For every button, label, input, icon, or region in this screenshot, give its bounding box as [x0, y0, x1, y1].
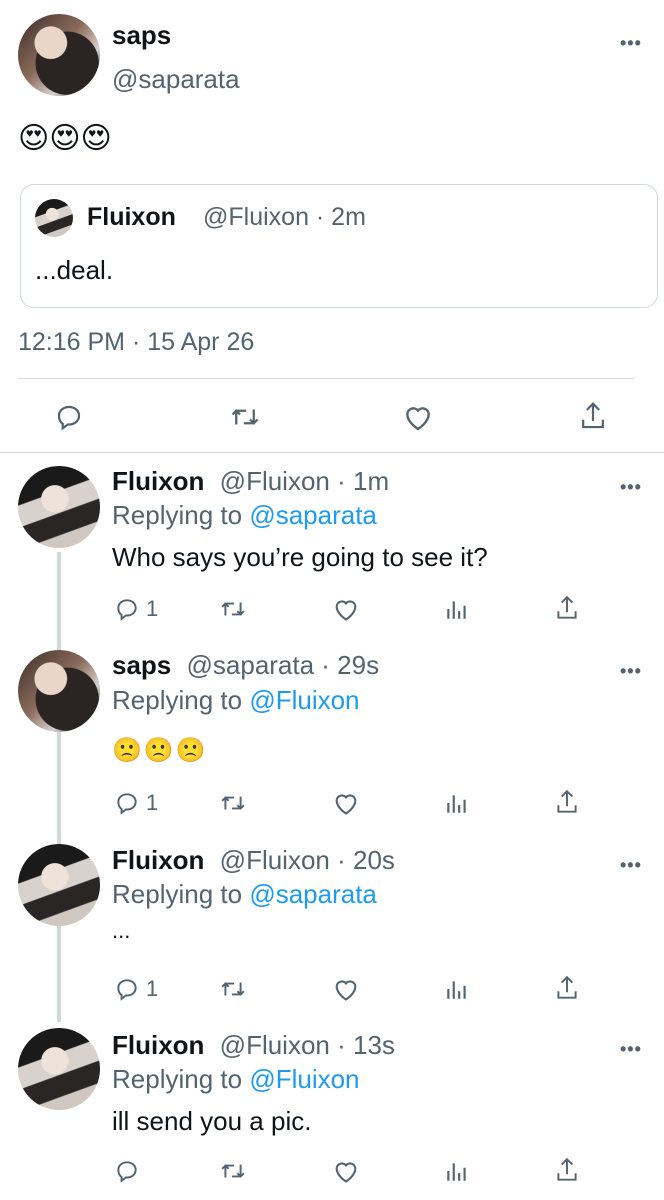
share-icon[interactable] [554, 788, 580, 816]
avatar-fluixon[interactable] [18, 844, 100, 926]
quoted-author-name: Fluixon [87, 203, 176, 231]
reply-count: 1 [146, 596, 159, 621]
reply-author-name[interactable]: Fluixon [112, 1030, 204, 1060]
replying-to: Replying to @Fluixon [112, 685, 360, 716]
reply-meta: @Fluixon · 20s [219, 845, 395, 875]
more-icon[interactable]: ••• [620, 1040, 642, 1058]
replying-to-link[interactable]: @saparata [249, 500, 377, 530]
retweet-icon[interactable] [218, 1158, 248, 1184]
reply-text: Who says you’re going to see it? [112, 542, 488, 572]
share-icon[interactable] [554, 594, 580, 622]
replying-to: Replying to @saparata [112, 500, 377, 531]
replying-prefix: Replying to [112, 879, 250, 909]
reply-meta: @Fluixon · 1m [219, 466, 390, 496]
reply-button[interactable]: 1 [114, 976, 158, 1002]
like-icon[interactable] [402, 402, 434, 432]
avatar-fluixon[interactable] [18, 466, 100, 548]
reply-icon [117, 979, 137, 1001]
replying-prefix: Replying to [112, 500, 250, 530]
reply-button[interactable]: 1 [114, 596, 158, 622]
reply-icon [117, 793, 137, 815]
reply-header: saps @saparata · 29s [112, 650, 379, 681]
replying-to-link[interactable]: @saparata [249, 879, 377, 909]
reply-icon[interactable] [54, 402, 84, 432]
like-icon[interactable] [332, 1158, 360, 1184]
like-icon[interactable] [332, 790, 360, 816]
reply-author-name[interactable]: saps [112, 650, 171, 680]
retweet-icon[interactable] [218, 596, 248, 622]
share-icon[interactable] [578, 400, 608, 432]
replying-prefix: Replying to [112, 685, 250, 715]
reply-header: Fluixon @Fluixon · 1m [112, 466, 389, 497]
timestamp[interactable]: 12:16 PM · 15 Apr 26 [18, 328, 254, 357]
tweet-text: 😍😍😍 [18, 122, 112, 155]
reply-count: 1 [146, 976, 159, 1001]
reply-button[interactable] [114, 1158, 146, 1184]
retweet-icon[interactable] [218, 976, 248, 1002]
like-icon[interactable] [332, 596, 360, 622]
reply-header: Fluixon @Fluixon · 20s [112, 845, 395, 876]
reply-icon [117, 1161, 137, 1183]
reply-text: ill send you a pic. [112, 1106, 312, 1136]
quoted-avatar [35, 199, 73, 237]
share-icon[interactable] [554, 1156, 580, 1184]
more-icon[interactable]: ••• [620, 856, 642, 874]
retweet-icon[interactable] [228, 402, 262, 432]
thread-line [57, 552, 61, 1022]
reply-button[interactable]: 1 [114, 790, 158, 816]
analytics-icon[interactable] [444, 976, 470, 1002]
more-icon[interactable]: ••• [620, 662, 642, 680]
analytics-icon[interactable] [444, 1158, 470, 1184]
avatar-fluixon[interactable] [18, 1028, 100, 1110]
quoted-tweet-card[interactable]: Fluixon @Fluixon · 2m ...deal. [20, 184, 658, 308]
analytics-icon[interactable] [444, 596, 470, 622]
replying-to-link[interactable]: @Fluixon [249, 1064, 359, 1094]
analytics-icon[interactable] [444, 790, 470, 816]
more-icon[interactable]: ••• [620, 34, 642, 52]
reply-author-name[interactable]: Fluixon [112, 845, 204, 875]
reply-meta: @saparata · 29s [186, 650, 380, 680]
reply-header: Fluixon @Fluixon · 13s [112, 1030, 395, 1061]
share-icon[interactable] [554, 974, 580, 1002]
retweet-icon[interactable] [218, 790, 248, 816]
author-name[interactable]: saps [112, 20, 171, 51]
divider [0, 452, 664, 453]
replying-to: Replying to @saparata [112, 879, 377, 910]
reply-text: ... [112, 918, 131, 943]
replying-prefix: Replying to [112, 1064, 250, 1094]
replying-to-link[interactable]: @Fluixon [249, 685, 359, 715]
more-icon[interactable]: ••• [620, 478, 642, 496]
avatar-saps[interactable] [18, 650, 100, 732]
avatar-saps[interactable] [18, 14, 100, 96]
like-icon[interactable] [332, 976, 360, 1002]
reply-icon [117, 599, 137, 621]
divider [18, 378, 634, 379]
quoted-meta: @Fluixon · 2m [203, 203, 366, 231]
reply-text: 🙁🙁🙁 [112, 737, 208, 764]
quoted-text: ...deal. [35, 255, 114, 285]
author-handle[interactable]: @saparata [112, 64, 240, 95]
reply-author-name[interactable]: Fluixon [112, 466, 204, 496]
replying-to: Replying to @Fluixon [112, 1064, 360, 1095]
reply-meta: @Fluixon · 13s [219, 1030, 395, 1060]
reply-count: 1 [146, 790, 159, 815]
